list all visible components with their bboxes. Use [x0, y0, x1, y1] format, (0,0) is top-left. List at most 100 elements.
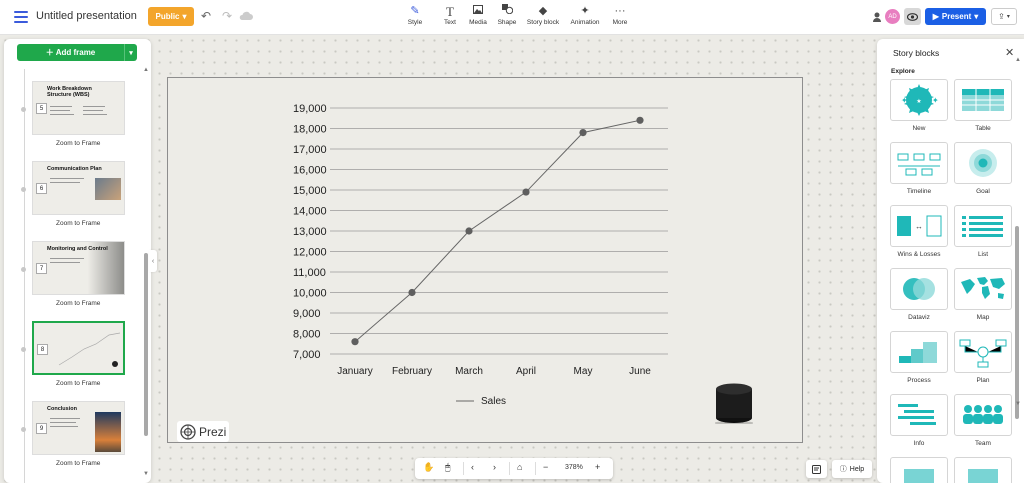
public-button[interactable]: Public ▾: [148, 7, 194, 26]
shape-icon: [496, 4, 518, 19]
timeline-dot: [21, 107, 26, 112]
zoom-to-frame-link[interactable]: Zoom to Frame: [56, 300, 100, 307]
tool-story-block[interactable]: ◆ Story block: [525, 4, 561, 26]
timeline-dot: [21, 267, 26, 272]
frame-thumbnail[interactable]: 5 Work Breakdown Structure (WBS): [32, 81, 125, 135]
present-button[interactable]: ▶ Present ▾: [925, 8, 986, 25]
svg-text:✦: ✦: [901, 96, 908, 105]
tool-text[interactable]: T Text: [440, 4, 460, 26]
story-block-label: Timeline: [906, 188, 932, 195]
hand-icon[interactable]: ✋: [423, 462, 434, 473]
story-blocks-panel: Story blocks ✕ Explore ▲ ▼ ★ ✦ ✦ New Table Ti…: [877, 39, 1024, 483]
notes-button[interactable]: [806, 460, 827, 478]
users-icon[interactable]: [872, 10, 886, 24]
story-block-icon: [890, 457, 948, 483]
scroll-up-icon[interactable]: ▲: [143, 67, 149, 73]
play-icon: ▶: [932, 12, 939, 21]
notes-icon: [812, 464, 821, 474]
story-block-process[interactable]: Process: [890, 331, 948, 384]
story-block-table[interactable]: Table: [954, 79, 1012, 132]
tool-animation[interactable]: ✦ Animation: [568, 4, 602, 26]
team-icon: [954, 394, 1012, 436]
story-block-wins-losses[interactable]: ↔ Wins & Losses: [890, 205, 948, 258]
preview-button[interactable]: [904, 8, 921, 25]
help-button[interactable]: ⓘ Help: [832, 460, 872, 478]
story-block-icon: [954, 457, 1012, 483]
previous-icon[interactable]: ‹: [471, 462, 474, 472]
story-block-label: Process: [907, 377, 931, 384]
scrollbar[interactable]: [144, 253, 148, 436]
story-block-label: Dataviz: [908, 314, 930, 321]
scrollbar[interactable]: [1015, 226, 1019, 419]
story-block-dataviz[interactable]: Dataviz: [890, 268, 948, 321]
frame-thumbnail[interactable]: 7 Monitoring and Control: [32, 241, 125, 295]
story-block-team[interactable]: Team: [954, 394, 1012, 447]
zoom-to-frame-link[interactable]: Zoom to Frame: [56, 380, 100, 387]
svg-text:★: ★: [916, 98, 921, 105]
collapse-panel-button[interactable]: ‹: [149, 250, 157, 272]
tool-more-label: More: [612, 19, 628, 26]
timeline-dot: [21, 427, 26, 432]
present-label: Present: [941, 12, 972, 21]
story-block-list[interactable]: List: [954, 205, 1012, 258]
story-block-timeline[interactable]: Timeline: [890, 142, 948, 195]
story-block-partial[interactable]: [890, 457, 948, 483]
zoom-to-frame-link[interactable]: Zoom to Frame: [56, 220, 100, 227]
story-block-partial[interactable]: [954, 457, 1012, 483]
svg-text:✦: ✦: [932, 96, 939, 105]
tool-more[interactable]: ··· More: [610, 4, 630, 26]
goal-icon: [954, 142, 1012, 184]
section-heading: Explore: [891, 68, 915, 75]
story-block-new[interactable]: ★ ✦ ✦ New: [890, 79, 948, 132]
tool-media-label: Media: [469, 19, 487, 26]
animation-icon: ✦: [580, 5, 590, 17]
zoom-to-frame-link[interactable]: Zoom to Frame: [56, 140, 100, 147]
next-icon[interactable]: ›: [493, 462, 496, 472]
story-block-plan[interactable]: Plan: [954, 331, 1012, 384]
frame-thumbnail[interactable]: 9 Conclusion: [32, 401, 125, 455]
story-block-info[interactable]: Info: [890, 394, 948, 447]
mini-chart: [58, 332, 121, 367]
tool-style[interactable]: ✎ Style: [404, 4, 426, 26]
scroll-down-icon[interactable]: ▼: [143, 471, 149, 477]
story-block-goal[interactable]: Goal: [954, 142, 1012, 195]
add-frame-button[interactable]: ＋ Add frame ▾: [17, 44, 137, 61]
story-block-label: New: [912, 125, 926, 132]
panel-title: Story blocks: [893, 48, 940, 58]
zoom-to-frame-link[interactable]: Zoom to Frame: [56, 460, 100, 467]
story-block-map[interactable]: Map: [954, 268, 1012, 321]
story-block-label: Goal: [976, 188, 990, 195]
presentation-title[interactable]: Untitled presentation: [36, 10, 137, 22]
home-icon[interactable]: ⌂: [517, 462, 522, 472]
cylinder-shape[interactable]: [715, 382, 753, 424]
zoom-out-icon[interactable]: −: [543, 462, 548, 472]
share-button[interactable]: ⇪ ▾: [991, 8, 1017, 25]
frame-title: Monitoring and Control: [47, 246, 108, 252]
tool-shape[interactable]: Shape: [496, 4, 518, 26]
thumbnail-image: [95, 178, 121, 200]
zoom-in-icon[interactable]: +: [595, 462, 600, 472]
frame-title: Communication Plan: [47, 166, 102, 172]
scroll-up-icon[interactable]: ▲: [1015, 57, 1021, 63]
slide-frame[interactable]: [167, 77, 803, 443]
tool-media[interactable]: Media: [467, 4, 489, 26]
scroll-down-icon[interactable]: ▼: [1015, 401, 1021, 407]
undo-icon[interactable]: ↶: [201, 9, 211, 23]
chevron-down-icon[interactable]: ▾: [124, 44, 137, 61]
public-label: Public: [155, 12, 180, 21]
frame-thumbnail[interactable]: 6 Communication Plan: [32, 161, 125, 215]
hamburger-menu-icon[interactable]: [14, 11, 28, 23]
plus-icon: ＋: [45, 48, 56, 57]
story-block-label: Table: [975, 125, 991, 132]
eye-icon: [907, 12, 918, 21]
close-icon[interactable]: ✕: [1005, 46, 1014, 59]
frame-number: 7: [36, 263, 47, 274]
tool-style-label: Style: [407, 19, 423, 26]
story-block-label: Team: [975, 440, 991, 447]
mouse-icon[interactable]: 🖱: [445, 462, 450, 473]
frame-thumbnail-selected[interactable]: 8: [32, 321, 125, 375]
image-icon: [467, 4, 489, 19]
more-icon: ···: [614, 5, 626, 17]
redo-icon[interactable]: ↷: [222, 9, 232, 23]
avatar[interactable]: AD: [885, 9, 900, 24]
